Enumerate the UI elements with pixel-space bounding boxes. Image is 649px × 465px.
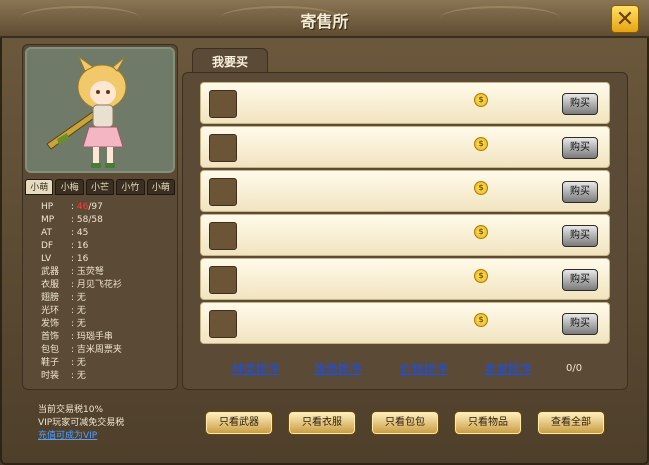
stat-key: 衣服 bbox=[41, 280, 60, 290]
buy-button[interactable]: 购买 bbox=[562, 181, 598, 203]
stat-key: 武器 bbox=[41, 267, 60, 277]
character-figure bbox=[46, 55, 127, 168]
stat-clothes: 衣服: 月见飞花衫 bbox=[41, 279, 175, 292]
list-item[interactable]: $ 购买 bbox=[200, 126, 610, 168]
sort-by-type-link[interactable]: 种类排序 bbox=[232, 360, 280, 377]
stat-hp: HP : 46 / 97 bbox=[41, 201, 175, 214]
character-tabs: 小萌 小梅 小芒 小竹 小萌 bbox=[25, 179, 176, 195]
stat-key: HP bbox=[41, 202, 54, 212]
stat-lv: LV: 16 bbox=[41, 253, 175, 266]
sort-by-level-link[interactable]: 等级排序 bbox=[314, 360, 362, 377]
stat-wings: 翅膀: 无 bbox=[41, 292, 175, 305]
sort-by-seller-link[interactable]: 卖家排序 bbox=[484, 360, 532, 377]
stat-value: 无 bbox=[76, 358, 86, 368]
char-tab-1[interactable]: 小萌 bbox=[25, 179, 54, 195]
buy-button[interactable]: 购买 bbox=[562, 225, 598, 247]
stat-hair: 发饰: 无 bbox=[41, 318, 175, 331]
stat-value: 97 bbox=[91, 202, 103, 212]
item-slot[interactable] bbox=[209, 178, 237, 206]
coin-icon: $ bbox=[474, 137, 488, 151]
tax-rate-text: 当前交易税10% bbox=[38, 405, 104, 415]
tab-buy[interactable]: 我要买 bbox=[192, 48, 268, 74]
buy-button[interactable]: 购买 bbox=[562, 93, 598, 115]
stat-value: 无 bbox=[76, 319, 86, 329]
filter-weapons-button[interactable]: 只看武器 bbox=[205, 411, 273, 435]
char-tab-3[interactable]: 小芒 bbox=[85, 179, 115, 195]
stat-key: DF bbox=[41, 241, 54, 251]
char-tab-4[interactable]: 小竹 bbox=[116, 179, 145, 195]
view-all-button[interactable]: 查看全部 bbox=[537, 411, 605, 435]
sort-by-price-link[interactable]: 价格排序 bbox=[400, 360, 448, 377]
stat-at: AT: 45 bbox=[41, 227, 175, 240]
stat-value: 58/58 bbox=[76, 215, 103, 225]
stat-key: LV bbox=[41, 254, 52, 264]
stat-key: 光环 bbox=[41, 306, 60, 316]
stat-value: 月见飞花衫 bbox=[76, 280, 122, 290]
character-portrait bbox=[25, 47, 175, 173]
list-item[interactable]: $ 购买 bbox=[200, 302, 610, 344]
item-slot[interactable] bbox=[209, 90, 237, 118]
buy-button[interactable]: 购买 bbox=[562, 313, 598, 335]
hp-current: 46 bbox=[76, 202, 89, 212]
stat-value: 45 bbox=[76, 228, 89, 238]
buy-button[interactable]: 购买 bbox=[562, 269, 598, 291]
coin-icon: $ bbox=[474, 93, 488, 107]
coin-icon: $ bbox=[474, 313, 488, 327]
stat-mp: MP: 58/58 bbox=[41, 214, 175, 227]
title-bar: 寄售所 ✕ bbox=[0, 0, 649, 38]
page-indicator: 0/0 bbox=[566, 363, 583, 374]
stat-aura: 光环: 无 bbox=[41, 305, 175, 318]
list-item[interactable]: $ 购买 bbox=[200, 170, 610, 212]
close-icon[interactable]: ✕ bbox=[611, 5, 639, 33]
stat-key: AT bbox=[41, 228, 52, 238]
filter-clothes-button[interactable]: 只看衣服 bbox=[288, 411, 356, 435]
char-tab-2[interactable]: 小梅 bbox=[55, 179, 84, 195]
stat-value: 玉荧弩 bbox=[76, 267, 104, 277]
window-title: 寄售所 bbox=[300, 12, 349, 31]
vip-tax-text: VIP玩家可减免交易税 bbox=[38, 418, 125, 428]
stat-value: 16 bbox=[76, 254, 89, 264]
filter-items-button[interactable]: 只看物品 bbox=[454, 411, 522, 435]
stat-value: 玛瑙手串 bbox=[76, 332, 113, 342]
filter-bags-button[interactable]: 只看包包 bbox=[371, 411, 439, 435]
character-panel: 小萌 小梅 小芒 小竹 小萌 HP : 46 / 97 MP: 58/58 AT… bbox=[22, 44, 178, 390]
buy-button[interactable]: 购买 bbox=[562, 137, 598, 159]
stat-fashion: 时装: 无 bbox=[41, 370, 175, 383]
stat-value: 无 bbox=[76, 371, 86, 381]
list-item[interactable]: $ 购买 bbox=[200, 82, 610, 124]
coin-icon: $ bbox=[474, 269, 488, 283]
coin-icon: $ bbox=[474, 181, 488, 195]
stat-key: MP bbox=[41, 215, 55, 225]
stat-key: 首饰 bbox=[41, 332, 60, 342]
stat-key: 鞋子 bbox=[41, 358, 60, 368]
stat-key: 时装 bbox=[41, 371, 60, 381]
list-item[interactable]: $ 购买 bbox=[200, 258, 610, 300]
stat-value: 16 bbox=[76, 241, 89, 251]
stat-shoes: 鞋子: 无 bbox=[41, 357, 175, 370]
item-slot[interactable] bbox=[209, 266, 237, 294]
stat-value: 无 bbox=[76, 306, 86, 316]
stat-weapon: 武器: 玉荧弩 bbox=[41, 266, 175, 279]
item-slot[interactable] bbox=[209, 310, 237, 338]
stat-key: 包包 bbox=[41, 345, 60, 355]
char-tab-5[interactable]: 小萌 bbox=[146, 179, 176, 195]
stat-value: 无 bbox=[76, 293, 86, 303]
item-slot[interactable] bbox=[209, 222, 237, 250]
character-stats: HP : 46 / 97 MP: 58/58 AT: 45 DF: 16 LV:… bbox=[41, 201, 175, 383]
stat-value: 吉米周票夹 bbox=[76, 345, 122, 355]
stat-jewelry: 首饰: 玛瑙手串 bbox=[41, 331, 175, 344]
stat-bag: 包包: 吉米周票夹 bbox=[41, 344, 175, 357]
list-item[interactable]: $ 购买 bbox=[200, 214, 610, 256]
stat-key: 翅膀 bbox=[41, 293, 60, 303]
recharge-vip-link[interactable]: 充值可成为VIP bbox=[38, 428, 97, 441]
coin-icon: $ bbox=[474, 225, 488, 239]
stat-key: 发饰 bbox=[41, 319, 60, 329]
stat-df: DF: 16 bbox=[41, 240, 175, 253]
item-slot[interactable] bbox=[209, 134, 237, 162]
